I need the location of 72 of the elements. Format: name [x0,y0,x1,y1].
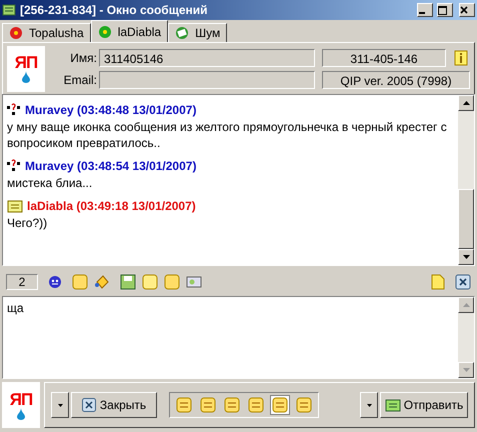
maximize-icon [438,6,447,14]
tab-label: Шум [195,25,220,42]
email-label: Email: [62,72,97,88]
window-title: [256-231-834] - Окно сообщений [20,2,209,19]
scrollbar[interactable] [458,297,474,378]
scroll-up-button[interactable] [458,297,474,313]
question-mark-icon [7,159,21,173]
up-arrow-icon [462,101,470,105]
tool-button[interactable] [222,395,242,415]
tool-icon [272,397,288,413]
scroll-down-button[interactable] [458,249,474,265]
tool-button[interactable] [294,395,314,415]
down-arrow-icon [462,255,470,259]
scrollbar[interactable] [458,95,474,265]
message-author: Muravey (03:48:48 13/01/2007) [25,102,196,119]
tool-icon [200,397,216,413]
message-text: у мну ваще иконка сообщения из желтого прямоугольнечка в черный крестег с вопросиком превратилось.. [7,119,448,151]
tab[interactable]: Шум [168,23,228,42]
dropdown-button[interactable] [51,392,69,418]
message-icon [7,199,23,213]
tool-icon [248,397,264,413]
tab[interactable]: Topalusha [2,23,91,42]
tool-button[interactable] [174,395,194,415]
message-icon [384,398,401,412]
question-mark-icon [7,103,21,117]
caret-icon [58,404,62,406]
logo-text: ЯП [10,390,32,408]
tab-label: Topalusha [29,25,84,42]
close-chat-button[interactable]: Закрыть [71,392,157,418]
tool-button[interactable] [198,395,218,415]
app-icon [2,3,16,17]
message-text: Чего?)) [7,215,48,231]
minimize-button[interactable] [417,3,433,17]
close-icon [460,6,468,14]
counter-field: 2 [6,274,38,290]
paint-bucket-icon[interactable] [94,274,110,290]
note-icon [175,26,190,40]
up-arrow-icon [462,303,470,307]
scroll-thumb[interactable] [458,189,474,249]
message-text: мистека блиа... [7,175,94,191]
down-arrow-icon [462,368,470,372]
tool-icon [296,397,312,413]
caret-icon [366,404,372,406]
send-button[interactable]: Отправить [380,392,468,418]
message-author: Muravey (03:48:54 13/01/2007) [25,158,196,175]
tool-icon [224,397,240,413]
name-field: 311405146 [99,48,315,66]
tab[interactable]: laDiabla [90,20,168,42]
input-text: ща [6,300,25,317]
maximize-button[interactable] [437,3,453,17]
close-icon[interactable] [455,274,471,290]
scroll-up-button[interactable] [458,95,474,111]
name-label: Имя: [69,50,97,66]
tab-label: laDiabla [118,24,162,40]
tool-icon [176,397,192,413]
close-button[interactable] [459,3,475,17]
tool-button[interactable] [246,395,266,415]
drop-icon [17,408,25,420]
tool-button[interactable] [270,395,290,415]
note-icon[interactable] [431,274,445,290]
close-icon [82,398,96,412]
uin-field: 311-405-146 [322,48,446,66]
scroll-down-button[interactable] [458,362,474,378]
dropdown-button[interactable] [360,392,378,418]
save-icon[interactable] [120,274,136,290]
smiley-icon[interactable] [48,275,62,289]
message-author: laDiabla (03:49:18 13/01/2007) [27,198,196,215]
client-field: QIP ver. 2005 (7998) [322,70,470,88]
message-input[interactable]: ща [2,296,475,379]
info-icon[interactable] [454,50,468,66]
logo-text: ЯП [14,54,38,71]
drop-icon [22,71,30,83]
